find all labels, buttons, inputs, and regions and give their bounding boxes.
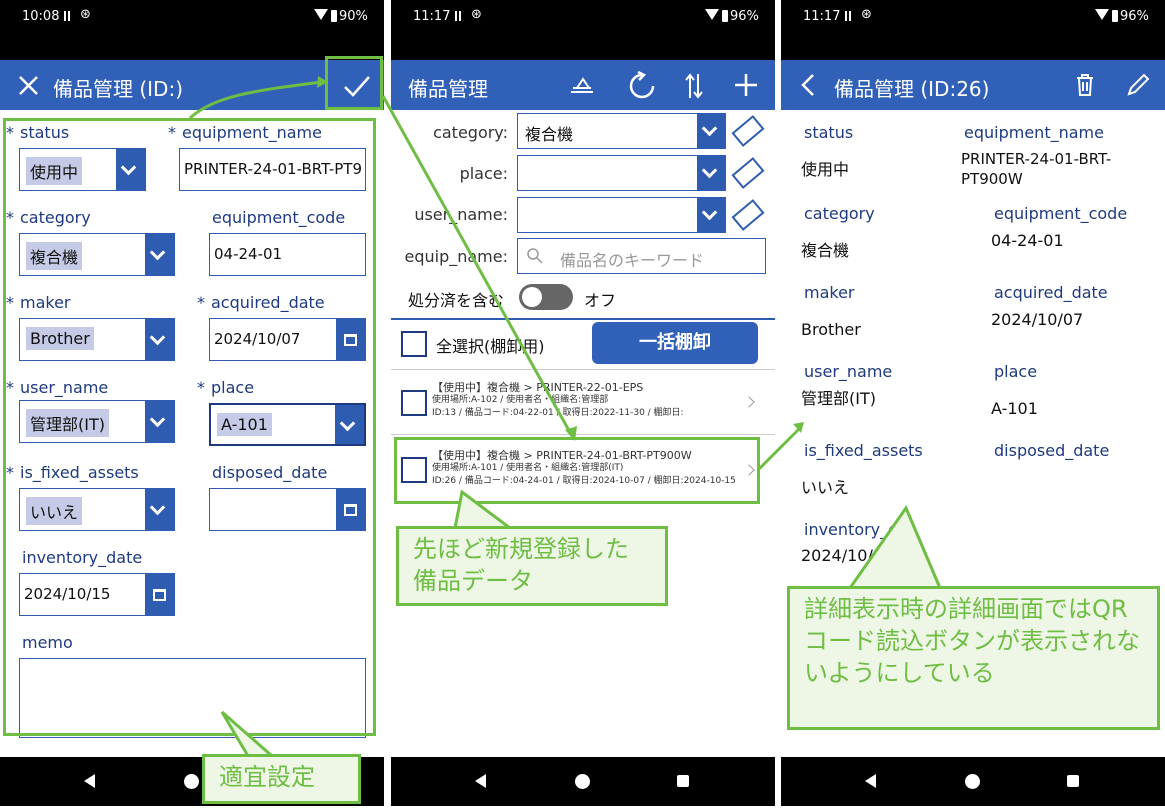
annotation-callout-settings: 適宜設定 xyxy=(202,754,361,804)
annotation-callout-new-item: 先ほど新規登録した備品データ xyxy=(396,526,668,606)
annotation-callout-detail: 詳細表示時の詳細画面ではQRコード読込ボタンが表示されないようにしている xyxy=(787,586,1160,730)
